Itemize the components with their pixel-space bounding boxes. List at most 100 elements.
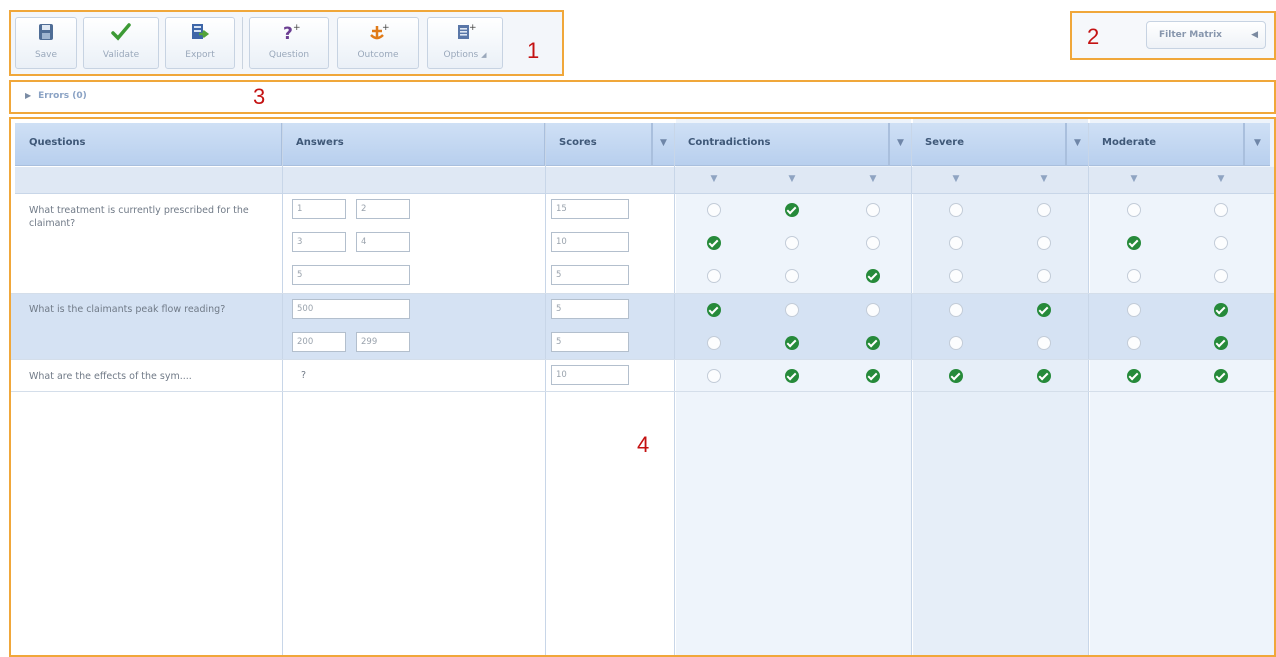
checked-outcome-cell[interactable] <box>707 236 721 250</box>
filter-matrix-button[interactable]: Filter Matrix ◀ <box>1146 21 1266 49</box>
options-label: Options ◢ <box>443 50 487 60</box>
score-field[interactable]: 5 <box>551 332 629 352</box>
unchecked-outcome-cell[interactable] <box>866 236 880 250</box>
checked-outcome-cell[interactable] <box>785 369 799 383</box>
moderate-dropdown[interactable]: ▼ <box>1244 123 1270 166</box>
errors-toggle[interactable]: ▶ Errors (0) <box>25 91 87 101</box>
unchecked-outcome-cell[interactable] <box>1214 203 1228 217</box>
contradictions-dropdown[interactable]: ▼ <box>889 123 911 166</box>
checked-outcome-cell[interactable] <box>949 369 963 383</box>
unchecked-outcome-cell[interactable] <box>1214 269 1228 283</box>
unchecked-outcome-cell[interactable] <box>1037 269 1051 283</box>
dropdown-arrow-icon: ◢ <box>481 51 487 59</box>
score-field[interactable]: 10 <box>551 365 629 385</box>
unchecked-outcome-cell[interactable] <box>785 236 799 250</box>
unchecked-outcome-cell[interactable] <box>949 236 963 250</box>
checked-outcome-cell[interactable] <box>866 269 880 283</box>
unchecked-outcome-cell[interactable] <box>785 269 799 283</box>
errors-label: Errors (0) <box>38 91 87 101</box>
save-button[interactable]: Save <box>15 17 77 69</box>
validate-label: Validate <box>102 50 140 60</box>
answer-field[interactable]: 299 <box>356 332 410 352</box>
answer-field[interactable]: 2 <box>356 199 410 219</box>
outcome-plus-icon: + <box>338 22 418 46</box>
checked-outcome-cell[interactable] <box>1037 369 1051 383</box>
column-filter-arrow[interactable]: ▼ <box>1211 174 1231 184</box>
unchecked-outcome-cell[interactable] <box>1127 203 1141 217</box>
unchecked-outcome-cell[interactable] <box>949 203 963 217</box>
add-outcome-button[interactable]: + Outcome <box>337 17 419 69</box>
answer-field[interactable]: 3 <box>292 232 346 252</box>
save-icon <box>16 22 76 46</box>
column-filter-arrow[interactable]: ▼ <box>946 174 966 184</box>
answer-field[interactable]: 4 <box>356 232 410 252</box>
checked-outcome-cell[interactable] <box>785 203 799 217</box>
checked-outcome-cell[interactable] <box>1214 369 1228 383</box>
filter-matrix-label: Filter Matrix <box>1159 30 1222 40</box>
unchecked-outcome-cell[interactable] <box>1127 336 1141 350</box>
add-question-button[interactable]: ? + Question <box>249 17 329 69</box>
unchecked-outcome-cell[interactable] <box>1214 236 1228 250</box>
answer-field[interactable]: 1 <box>292 199 346 219</box>
checked-outcome-cell[interactable] <box>866 369 880 383</box>
unchecked-outcome-cell[interactable] <box>866 203 880 217</box>
answer-field[interactable]: 500 <box>292 299 410 319</box>
unchecked-outcome-cell[interactable] <box>1037 236 1051 250</box>
checked-outcome-cell[interactable] <box>1214 303 1228 317</box>
score-field[interactable]: 15 <box>551 199 629 219</box>
column-filter-arrow[interactable]: ▼ <box>704 174 724 184</box>
checked-outcome-cell[interactable] <box>1127 236 1141 250</box>
unchecked-outcome-cell[interactable] <box>707 369 721 383</box>
checked-outcome-cell[interactable] <box>1127 369 1141 383</box>
score-field[interactable]: 10 <box>551 232 629 252</box>
unchecked-outcome-cell[interactable] <box>866 303 880 317</box>
unchecked-outcome-cell[interactable] <box>1037 203 1051 217</box>
dropdown-arrow-icon: ▼ <box>897 138 904 148</box>
contradictions-header[interactable]: Contradictions <box>674 123 889 166</box>
questions-header[interactable]: Questions <box>15 123 282 166</box>
unchecked-outcome-cell[interactable] <box>949 336 963 350</box>
checked-outcome-cell[interactable] <box>785 336 799 350</box>
column-filter-arrow[interactable]: ▼ <box>1124 174 1144 184</box>
severe-dropdown[interactable]: ▼ <box>1066 123 1088 166</box>
checked-outcome-cell[interactable] <box>866 336 880 350</box>
scores-header[interactable]: Scores <box>545 123 652 166</box>
unchecked-outcome-cell[interactable] <box>785 303 799 317</box>
validate-button[interactable]: Validate <box>83 17 159 69</box>
score-field[interactable]: 5 <box>551 299 629 319</box>
unchecked-outcome-cell[interactable] <box>707 269 721 283</box>
unchecked-outcome-cell[interactable] <box>707 336 721 350</box>
checked-outcome-cell[interactable] <box>707 303 721 317</box>
checked-outcome-cell[interactable] <box>1037 303 1051 317</box>
svg-text:+: + <box>469 23 477 33</box>
answer-field[interactable]: 5 <box>292 265 410 285</box>
question-text[interactable]: What treatment is currently prescribed f… <box>29 204 259 230</box>
unchecked-outcome-cell[interactable] <box>949 269 963 283</box>
answer-text: ? <box>301 370 307 381</box>
question-text[interactable]: What is the claimants peak flow reading? <box>29 303 259 316</box>
question-text[interactable]: What are the effects of the sym.... <box>29 370 259 383</box>
unchecked-outcome-cell[interactable] <box>707 203 721 217</box>
scores-dropdown[interactable]: ▼ <box>652 123 674 166</box>
answers-header[interactable]: Answers <box>282 123 545 166</box>
export-icon <box>166 22 234 46</box>
column-filter-arrow[interactable]: ▼ <box>863 174 883 184</box>
checked-outcome-cell[interactable] <box>1214 336 1228 350</box>
options-plus-icon: + <box>428 22 502 46</box>
checkmark-icon <box>84 22 158 46</box>
column-filter-arrow[interactable]: ▼ <box>1034 174 1054 184</box>
options-button[interactable]: + Options ◢ <box>427 17 503 69</box>
score-field[interactable]: 5 <box>551 265 629 285</box>
unchecked-outcome-cell[interactable] <box>1127 303 1141 317</box>
unchecked-outcome-cell[interactable] <box>949 303 963 317</box>
unchecked-outcome-cell[interactable] <box>1037 336 1051 350</box>
unchecked-outcome-cell[interactable] <box>1127 269 1141 283</box>
callout-3: 3 <box>253 84 266 109</box>
svg-text:+: + <box>293 23 301 33</box>
answer-field[interactable]: 200 <box>292 332 346 352</box>
severe-header[interactable]: Severe <box>911 123 1066 166</box>
severe-column-bg <box>913 119 1088 655</box>
column-filter-arrow[interactable]: ▼ <box>782 174 802 184</box>
moderate-header[interactable]: Moderate <box>1088 123 1244 166</box>
export-button[interactable]: Export <box>165 17 235 69</box>
